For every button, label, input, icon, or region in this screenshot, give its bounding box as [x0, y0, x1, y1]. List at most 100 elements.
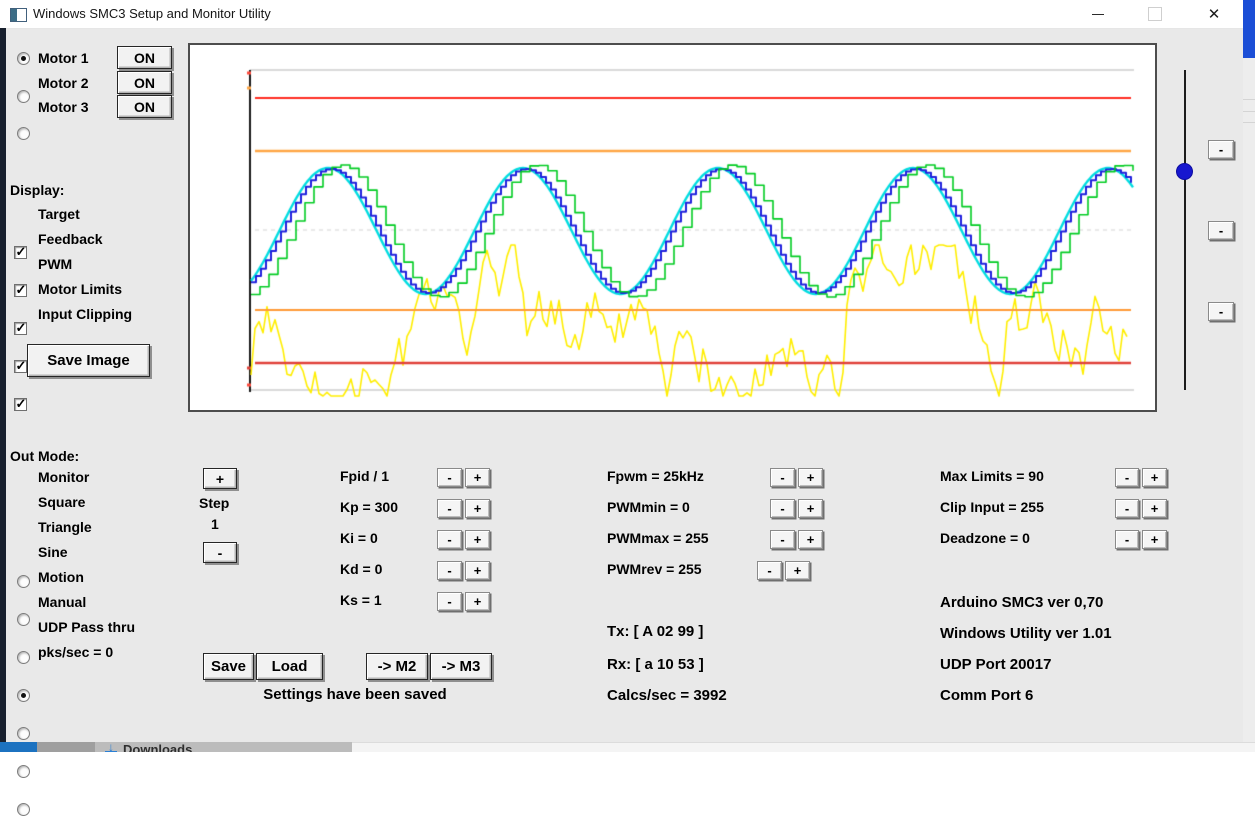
load-button[interactable]: Load — [256, 653, 323, 680]
motor-3-on-button[interactable]: ON — [117, 95, 172, 118]
deadzone-label: Deadzone = 0 — [940, 528, 1030, 548]
step-label: Step — [199, 493, 229, 513]
settings-status-text: Settings have been saved — [195, 685, 515, 705]
motor-3-radio[interactable] — [17, 127, 30, 140]
out-mode-manual-radio[interactable] — [17, 765, 30, 778]
ks-minus-button[interactable]: - — [437, 592, 462, 611]
maximize-icon — [1148, 7, 1162, 21]
step-minus-button[interactable]: - — [203, 542, 237, 563]
background-window-right-blue — [1243, 0, 1255, 58]
check-icon: ✓ — [16, 282, 27, 298]
fpwm-plus-button[interactable]: + — [798, 468, 823, 487]
pwmmax-label: PWMmax = 255 — [607, 528, 709, 548]
scale-minus-button-2[interactable]: - — [1208, 221, 1234, 240]
kp-label: Kp = 300 — [340, 497, 398, 517]
clip-input-minus-button[interactable]: - — [1115, 499, 1139, 518]
display-input-clipping-checkbox[interactable]: ✓ — [14, 398, 27, 411]
kp-plus-button[interactable]: + — [465, 499, 490, 518]
right-edge-line — [1243, 122, 1255, 123]
save-button[interactable]: Save — [203, 653, 254, 680]
out-mode-square-radio[interactable] — [17, 613, 30, 626]
window-title: Windows SMC3 Setup and Monitor Utility — [33, 6, 271, 21]
pwmmax-minus-button[interactable]: - — [770, 530, 795, 549]
out-mode-motion-label: Motion — [38, 567, 84, 587]
out-mode-triangle-label: Triangle — [38, 517, 92, 537]
motor-2-radio[interactable] — [17, 90, 30, 103]
kd-plus-button[interactable]: + — [465, 561, 490, 580]
fpid-label: Fpid / 1 — [340, 466, 389, 486]
ki-label: Ki = 0 — [340, 528, 378, 548]
pwmrev-label: PWMrev = 255 — [607, 559, 702, 579]
display-input-clipping-label: Input Clipping — [38, 304, 132, 324]
save-image-button[interactable]: Save Image — [27, 344, 150, 377]
max-limits-minus-button[interactable]: - — [1115, 468, 1139, 487]
udp-port-text: UDP Port 20017 — [940, 655, 1051, 675]
copy-to-m2-button[interactable]: -> M2 — [366, 653, 428, 680]
pwmmax-plus-button[interactable]: + — [798, 530, 823, 549]
explorer-downloads-fragment[interactable]: ↓ Downloads — [95, 742, 352, 752]
download-icon: ↓ — [105, 742, 117, 752]
motor-2-on-button[interactable]: ON — [117, 71, 172, 94]
out-mode-udp-radio[interactable] — [17, 803, 30, 816]
display-motor-limits-label: Motor Limits — [38, 279, 122, 299]
scale-slider-track[interactable] — [1184, 70, 1186, 390]
motor-1-radio[interactable] — [17, 52, 30, 65]
clip-input-plus-button[interactable]: + — [1142, 499, 1167, 518]
out-mode-heading: Out Mode: — [10, 446, 79, 466]
pwmmin-minus-button[interactable]: - — [770, 499, 795, 518]
ki-minus-button[interactable]: - — [437, 530, 462, 549]
check-icon: ✓ — [16, 244, 27, 260]
deadzone-plus-button[interactable]: + — [1142, 530, 1167, 549]
close-button[interactable]: ✕ — [1199, 3, 1229, 25]
out-mode-udp-label: UDP Pass thru — [38, 617, 135, 637]
copy-to-m3-button[interactable]: -> M3 — [430, 653, 492, 680]
motor-1-on-button[interactable]: ON — [117, 46, 172, 69]
pwmrev-plus-button[interactable]: + — [785, 561, 810, 580]
app-icon — [10, 8, 27, 22]
out-mode-triangle-radio[interactable] — [17, 651, 30, 664]
display-target-checkbox[interactable]: ✓ — [14, 246, 27, 259]
downloads-label: Downloads — [123, 743, 192, 752]
ki-plus-button[interactable]: + — [465, 530, 490, 549]
display-pwm-checkbox[interactable]: ✓ — [14, 322, 27, 335]
rx-value: Rx: [ a 10 53 ] — [607, 655, 704, 675]
maximize-button[interactable] — [1140, 3, 1170, 25]
out-mode-sine-radio[interactable] — [17, 689, 30, 702]
kd-minus-button[interactable]: - — [437, 561, 462, 580]
max-limits-label: Max Limits = 90 — [940, 466, 1044, 486]
deadzone-minus-button[interactable]: - — [1115, 530, 1139, 549]
step-plus-button[interactable]: + — [203, 468, 237, 489]
out-mode-square-label: Square — [38, 492, 85, 512]
ks-label: Ks = 1 — [340, 590, 382, 610]
minimize-icon — [1092, 14, 1104, 15]
fpid-plus-button[interactable]: + — [465, 468, 490, 487]
right-edge-line — [1243, 99, 1255, 100]
max-limits-plus-button[interactable]: + — [1142, 468, 1167, 487]
display-feedback-label: Feedback — [38, 229, 103, 249]
scale-minus-button-1[interactable]: - — [1208, 140, 1234, 159]
minimize-button[interactable] — [1083, 3, 1113, 25]
background-window-fragment — [352, 742, 1255, 752]
right-edge-line — [1243, 111, 1255, 112]
pwmrev-minus-button[interactable]: - — [757, 561, 782, 580]
out-mode-sine-label: Sine — [38, 542, 68, 562]
motor-3-label: Motor 3 — [38, 97, 89, 117]
waveform-canvas — [190, 45, 1155, 410]
kp-minus-button[interactable]: - — [437, 499, 462, 518]
out-mode-monitor-radio[interactable] — [17, 575, 30, 588]
fpid-minus-button[interactable]: - — [437, 468, 462, 487]
display-heading: Display: — [10, 180, 64, 200]
ks-plus-button[interactable]: + — [465, 592, 490, 611]
close-icon: ✕ — [1208, 7, 1221, 22]
out-mode-motion-radio[interactable] — [17, 727, 30, 740]
fpwm-minus-button[interactable]: - — [770, 468, 795, 487]
pwmmin-plus-button[interactable]: + — [798, 499, 823, 518]
display-feedback-checkbox[interactable]: ✓ — [14, 284, 27, 297]
display-pwm-label: PWM — [38, 254, 72, 274]
display-target-label: Target — [38, 204, 80, 224]
display-motor-limits-checkbox[interactable]: ✓ — [14, 360, 27, 373]
clip-input-label: Clip Input = 255 — [940, 497, 1044, 517]
scope-panel — [188, 43, 1157, 412]
scale-minus-button-3[interactable]: - — [1208, 302, 1234, 321]
scale-slider-handle[interactable] — [1176, 163, 1193, 180]
